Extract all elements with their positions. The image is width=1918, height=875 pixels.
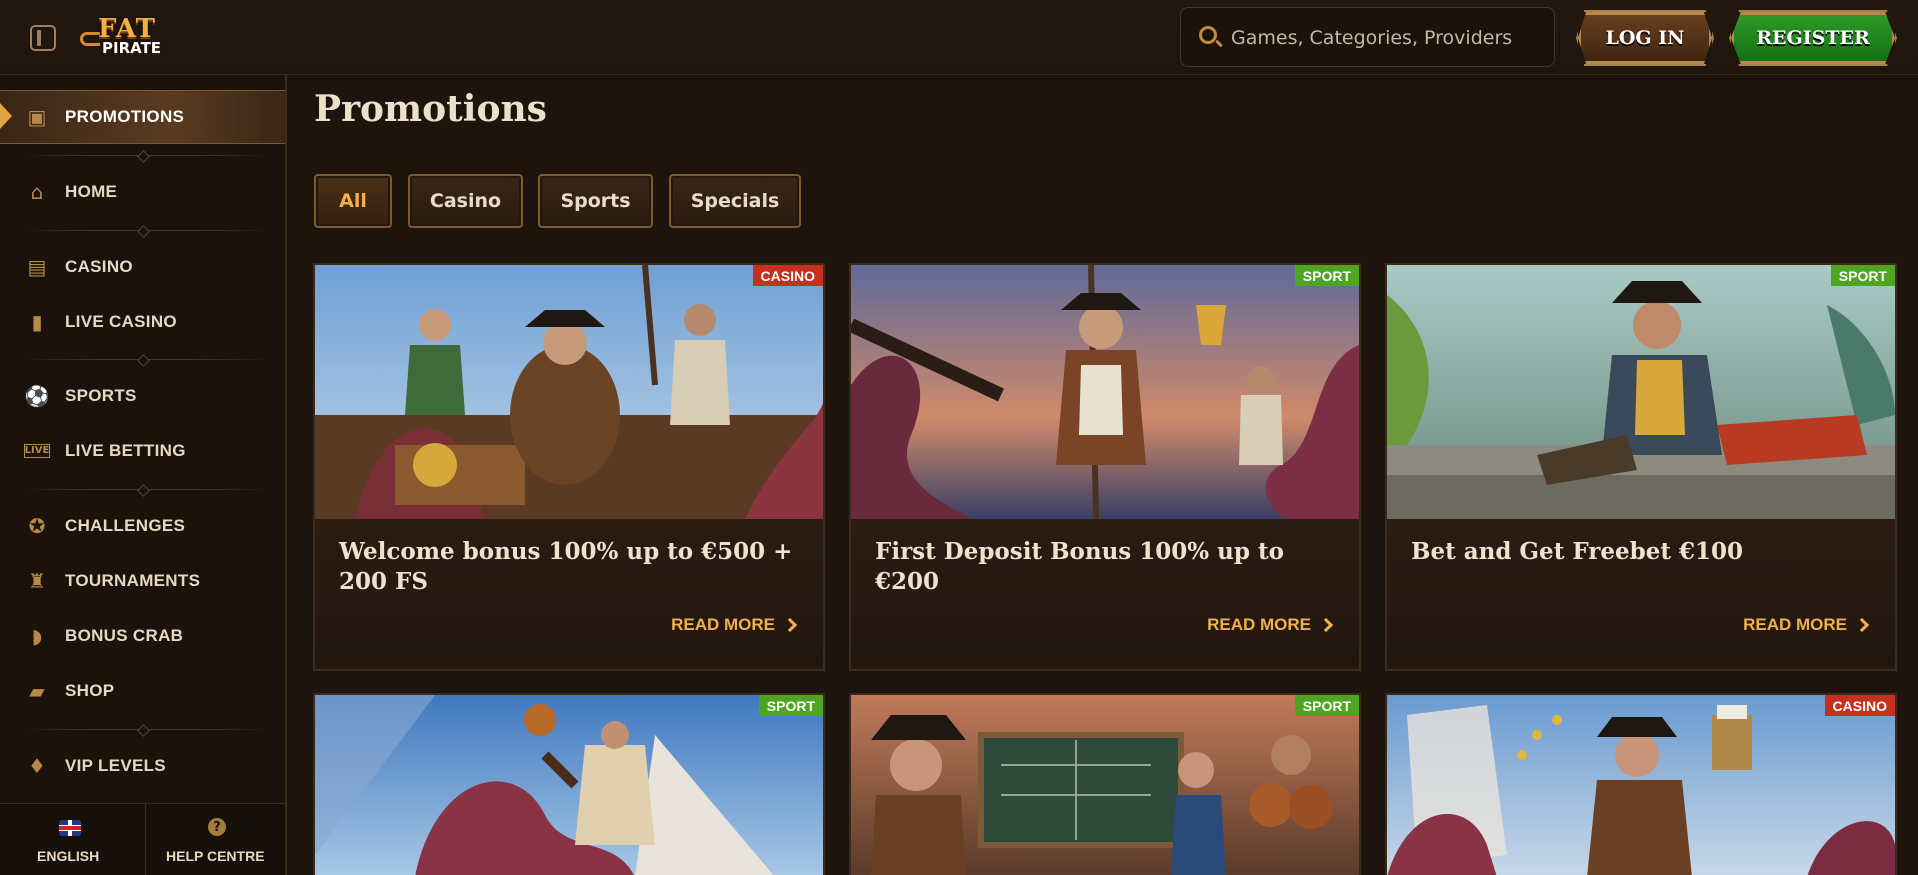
promo-title: Bet and Get Freebet €100 (1411, 538, 1743, 565)
sidebar-toggle-icon[interactable] (30, 25, 56, 51)
card-icon: ▮ (31, 310, 43, 334)
sidebar-item-sports[interactable]: ⚽ SPORTS (0, 371, 285, 421)
page-title: Promotions (314, 88, 547, 130)
divider (20, 230, 270, 231)
divider (20, 489, 270, 490)
promo-card[interactable]: SPORT First Deposit Bonus 100% up to €20… (849, 263, 1361, 671)
sidebar-item-live-casino[interactable]: ▮ LIVE CASINO (0, 297, 285, 347)
sidebar-item-label: PROMOTIONS (65, 107, 185, 126)
house-icon: ⌂ (30, 180, 44, 204)
promo-title: First Deposit Bonus 100% up to €200 (875, 538, 1284, 595)
football-icon: ⚽ (24, 384, 50, 408)
promo-image: SPORT (851, 695, 1359, 875)
sidebar-item-promotions[interactable]: ▣ PROMOTIONS (0, 90, 285, 144)
sidebar-item-challenges[interactable]: ✪ CHALLENGES (0, 501, 285, 551)
sidebar-item-label: BONUS CRAB (65, 626, 184, 645)
divider (20, 155, 270, 156)
category-tag: SPORT (1830, 265, 1895, 286)
register-button[interactable]: REGISTER (1731, 12, 1895, 64)
promo-title: Welcome bonus 100% up to €500 + 200 FS (339, 538, 793, 595)
language-selector[interactable]: ENGLISH (0, 804, 140, 875)
category-tag: SPORT (1294, 695, 1359, 716)
logo-swirl (80, 32, 100, 46)
promo-card-body: Welcome bonus 100% up to €500 + 200 FS R… (315, 519, 823, 665)
chevron-right-icon (782, 617, 798, 633)
promo-card[interactable]: SPORT (849, 693, 1361, 875)
read-more-label: READ MORE (671, 615, 775, 634)
sidebar-item-live-betting[interactable]: LIVE LIVE BETTING (0, 426, 285, 476)
fat-pirate-logo[interactable]: FAT PIRATE (80, 14, 180, 60)
promo-card-body: First Deposit Bonus 100% up to €200 READ… (851, 519, 1359, 665)
treasure-chest-icon: ▣ (27, 105, 47, 129)
category-tag: CASINO (1824, 695, 1895, 716)
sidebar: ▣ PROMOTIONS ⌂ HOME ▤ CASINO ▮ LIVE CASI… (0, 75, 287, 875)
filter-all[interactable]: All (314, 174, 392, 228)
promo-image: CASINO (1387, 695, 1895, 875)
read-more-link[interactable]: READ MORE (1743, 615, 1870, 635)
logo-text-pirate: PIRATE (102, 39, 162, 57)
read-more-label: READ MORE (1207, 615, 1311, 634)
shopping-bag-icon: ▰ (29, 679, 45, 703)
sidebar-item-bonus-crab[interactable]: ◗ BONUS CRAB (0, 611, 285, 661)
sidebar-item-label: VIP LEVELS (65, 756, 166, 775)
filter-specials[interactable]: Specials (669, 174, 801, 228)
category-tag: SPORT (1294, 265, 1359, 286)
promo-card[interactable]: SPORT (313, 693, 825, 875)
chevron-right-icon (1318, 617, 1334, 633)
trophy-icon: ♜ (28, 569, 46, 593)
sidebar-footer: ENGLISH ? HELP CENTRE (0, 803, 285, 875)
category-tag: CASINO (752, 265, 823, 286)
chevron-right-icon (1854, 617, 1870, 633)
sidebar-item-label: TOURNAMENTS (65, 571, 201, 590)
diamond-icon: ♦ (28, 754, 46, 778)
promo-image: SPORT (315, 695, 823, 875)
divider (20, 359, 270, 360)
language-label: ENGLISH (37, 848, 100, 864)
top-header: FAT PIRATE LOG IN REGISTER (0, 0, 1918, 75)
sidebar-item-label: LIVE BETTING (65, 441, 186, 460)
sidebar-item-label: CHALLENGES (65, 516, 186, 535)
sidebar-item-tournaments[interactable]: ♜ TOURNAMENTS (0, 556, 285, 606)
help-centre-label: HELP CENTRE (166, 848, 265, 864)
sidebar-item-shop[interactable]: ▰ SHOP (0, 666, 285, 716)
read-more-link[interactable]: READ MORE (671, 615, 798, 635)
uk-flag-icon (59, 820, 81, 836)
filter-sports[interactable]: Sports (538, 174, 653, 228)
category-tag: SPORT (758, 695, 823, 716)
sidebar-item-home[interactable]: ⌂ HOME (0, 167, 285, 217)
promo-card[interactable]: CASINO Welcome bonus 100% up to €500 + 2… (313, 263, 825, 671)
sidebar-item-vip-levels[interactable]: ♦ VIP LEVELS (0, 741, 285, 791)
sidebar-item-casino[interactable]: ▤ CASINO (0, 242, 285, 292)
crab-claw-icon: ◗ (31, 624, 43, 648)
promo-card[interactable]: SPORT Bet and Get Freebet €100 READ MORE (1385, 263, 1897, 671)
read-more-label: READ MORE (1743, 615, 1847, 634)
promo-image: SPORT (1387, 265, 1895, 519)
divider (20, 729, 270, 730)
live-icon: LIVE (24, 444, 50, 458)
help-centre-link[interactable]: ? HELP CENTRE (146, 804, 285, 875)
badge-icon: ✪ (28, 514, 46, 538)
sidebar-item-label: HOME (65, 182, 118, 201)
sidebar-item-label: SPORTS (65, 386, 137, 405)
search-box[interactable] (1180, 7, 1555, 67)
read-more-link[interactable]: READ MORE (1207, 615, 1334, 635)
promo-image: CASINO (315, 265, 823, 519)
help-icon: ? (208, 818, 226, 836)
promo-card-body: Bet and Get Freebet €100 READ MORE (1387, 519, 1895, 665)
search-icon (1199, 26, 1217, 44)
promo-card[interactable]: CASINO (1385, 693, 1897, 875)
sidebar-item-label: SHOP (65, 681, 115, 700)
search-input[interactable] (1231, 23, 1541, 53)
login-button[interactable]: LOG IN (1578, 12, 1712, 64)
slot-machine-icon: ▤ (27, 255, 47, 279)
filter-casino[interactable]: Casino (408, 174, 523, 228)
promo-image: SPORT (851, 265, 1359, 519)
sidebar-item-label: LIVE CASINO (65, 312, 177, 331)
sidebar-item-label: CASINO (65, 257, 133, 276)
